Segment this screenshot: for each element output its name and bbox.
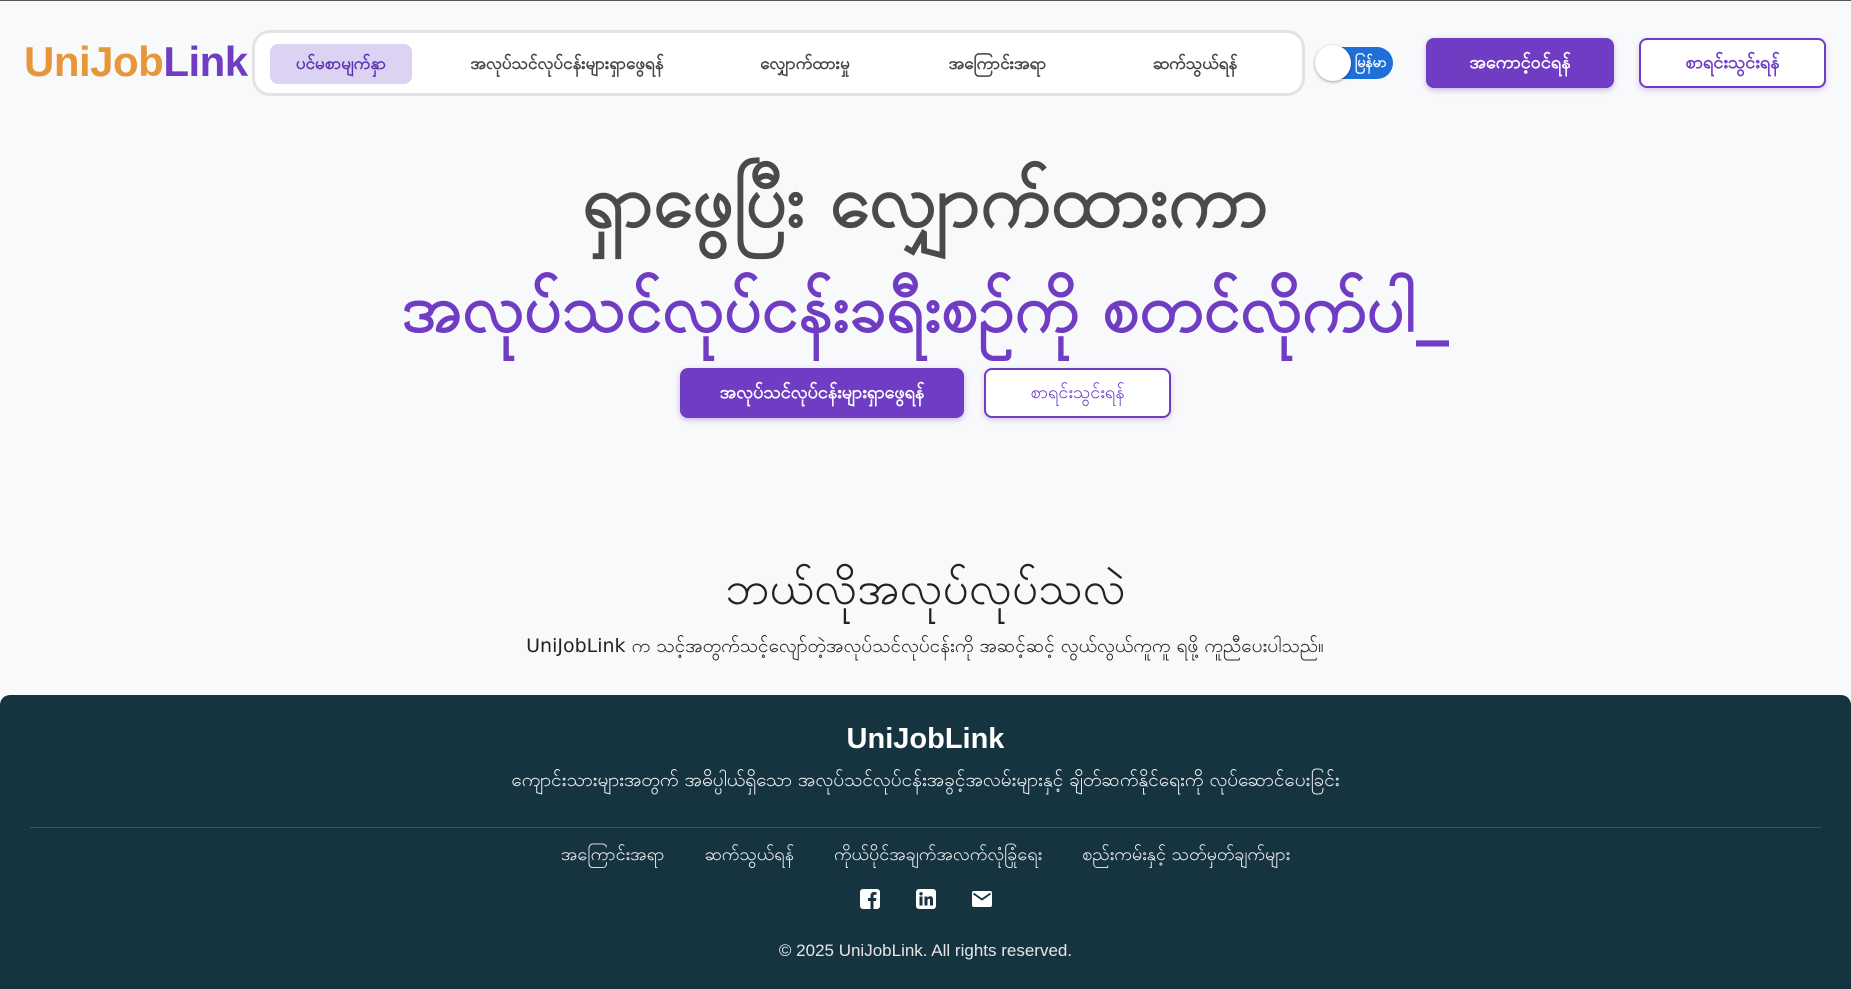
how-it-works-description: UniJobLink က သင့်အတွက်သင့်လျော်တဲ့အလုပ်သ… <box>526 635 1324 657</box>
how-it-works-title: ဘယ်လိုအလုပ်လုပ်သလဲ <box>725 561 1126 615</box>
nav-item-find-internships[interactable]: အလုပ်သင်လုပ်ငန်းများရှာဖွေရန် <box>437 44 697 84</box>
toggle-knob <box>1315 45 1351 81</box>
social-icons <box>0 887 1851 913</box>
hero-heading-line2: အလုပ်သင်လုပ်ငန်းခရီးစဉ်ကို စတင်လိုက်ပါ_ <box>401 270 1450 347</box>
footer-brand: UniJobLink <box>846 723 1005 755</box>
footer-copyright: © 2025 UniJobLink. All rights reserved. <box>778 941 1073 960</box>
main-nav: ပင်မစာမျက်နှာ အလုပ်သင်လုပ်ငန်းများရှာဖွေ… <box>252 30 1305 96</box>
register-button[interactable]: စာရင်းသွင်းရန် <box>1639 38 1826 88</box>
footer-link-contact[interactable]: ဆက်သွယ်ရန် <box>704 839 794 871</box>
nav-item-applications[interactable]: လျှောက်ထားမှု <box>725 44 885 84</box>
login-button[interactable]: အကောင့်ဝင်ရန် <box>1426 38 1614 88</box>
logo-part-link: Link <box>163 38 248 85</box>
footer-divider <box>30 827 1821 828</box>
hero-heading-line1: ရှာဖွေပြီး လျှောက်ထားကာ <box>582 159 1269 243</box>
nav-item-contact[interactable]: ဆက်သွယ်ရန် <box>1105 44 1285 84</box>
nav-item-about[interactable]: အကြောင်းအရာ <box>915 44 1080 84</box>
nav-item-home[interactable]: ပင်မစာမျက်နှာ <box>270 44 412 84</box>
find-internships-button[interactable]: အလုပ်သင်လုပ်ငန်းများရှာဖွေရန် <box>680 368 964 418</box>
hero-register-button[interactable]: စာရင်းသွင်းရန် <box>984 368 1171 418</box>
footer-links: အကြောင်းအရာ ဆက်သွယ်ရန် ကိုယ်ပိုင်အချက်အလ… <box>0 839 1851 871</box>
language-label: မြန်မာ <box>1355 55 1387 71</box>
footer-link-terms[interactable]: စည်းကမ်းနှင့် သတ်မှတ်ချက်များ <box>1082 839 1290 871</box>
site-header: UniJobLink ပင်မစာမျက်နှာ အလုပ်သင်လုပ်ငန်… <box>0 1 1851 126</box>
facebook-icon[interactable] <box>858 887 882 911</box>
footer-link-privacy[interactable]: ကိုယ်ပိုင်အချက်အလက်လုံခြုံရေး <box>834 839 1042 871</box>
email-icon[interactable] <box>970 887 994 911</box>
footer-tagline: ကျောင်းသားများအတွက် အဓိပ္ပါယ်ရှိသော အလုပ… <box>511 769 1340 791</box>
footer-link-about[interactable]: အကြောင်းအရာ <box>561 839 665 871</box>
language-toggle[interactable]: မြန်မာ <box>1315 45 1393 81</box>
logo[interactable]: UniJobLink <box>24 37 248 87</box>
site-footer: UniJobLink ကျောင်းသားများအတွက် အဓိပ္ပါယ်… <box>0 695 1851 989</box>
linkedin-icon[interactable] <box>914 887 938 911</box>
logo-part-uni: UniJob <box>24 38 164 85</box>
